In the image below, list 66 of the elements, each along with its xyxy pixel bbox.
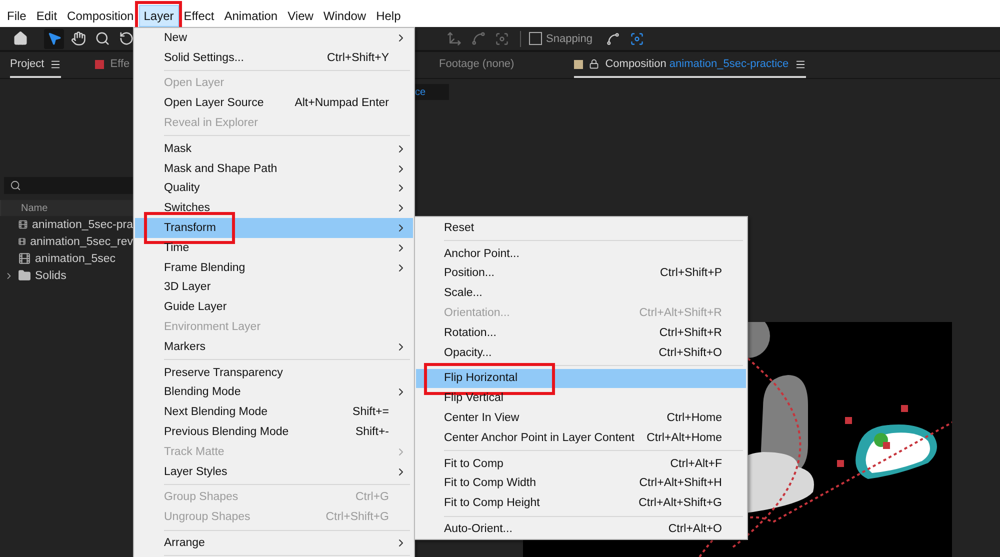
menu-item[interactable]: Switches — [135, 198, 413, 218]
menu-item[interactable]: Quality — [135, 178, 413, 198]
menu-bar-item[interactable]: File — [2, 4, 32, 26]
menu-item[interactable]: Next Blending Mode Shift+= — [135, 402, 413, 422]
column-header[interactable]: Name — [0, 200, 133, 216]
menu-item[interactable]: Blending Mode — [135, 382, 413, 402]
menu-item[interactable]: Transform — [135, 218, 413, 238]
menu-item[interactable]: Position... Ctrl+Shift+P — [416, 264, 746, 284]
menu-item[interactable]: Mask and Shape Path — [135, 158, 413, 179]
project-item[interactable]: animation_5sec_rev — [0, 233, 133, 250]
search-icon — [10, 180, 21, 191]
menu-item[interactable]: Center Anchor Point in Layer Content Ctrl+Alt+Home — [416, 428, 746, 448]
panel-tab[interactable]: Effe — [95, 52, 130, 78]
menu-item[interactable]: New — [135, 28, 413, 48]
menu-item[interactable]: Fit to Comp Height Ctrl+Alt+Shift+G — [416, 493, 746, 514]
panel-tab[interactable]: Composition animation_5sec-practice — [574, 52, 806, 78]
menu-bar-item[interactable]: Effect — [178, 4, 220, 26]
menu-item[interactable]: Center In View Ctrl+Home — [416, 408, 746, 428]
input-field[interactable]: ce — [415, 84, 449, 100]
menu-item[interactable]: Fit to Comp Ctrl+Alt+F — [416, 454, 746, 474]
menu-item[interactable]: Preserve Transparency — [135, 362, 413, 383]
menu-item[interactable]: Rotation... Ctrl+Shift+R — [416, 322, 746, 343]
lock-icon[interactable] — [589, 59, 600, 69]
snapping-checkbox[interactable] — [529, 32, 542, 45]
project-item[interactable]: animation_5sec-pra — [0, 216, 133, 233]
menu-item[interactable]: Open Layer Source Alt+Numpad Enter — [135, 93, 413, 114]
composition-icon — [18, 252, 31, 265]
search-field[interactable] — [4, 177, 133, 194]
menu-bar-item[interactable]: View — [282, 4, 318, 26]
menu-item[interactable]: Flip Vertical — [416, 388, 746, 408]
menu-item[interactable]: Solid Settings... Ctrl+Shift+Y — [135, 48, 413, 68]
menu-item[interactable]: Auto-Orient... Ctrl+Alt+O — [416, 519, 746, 539]
menu-item[interactable]: Markers — [135, 336, 413, 357]
composition-icon — [18, 235, 26, 248]
menu-bar-item[interactable]: Window — [318, 4, 372, 26]
menu-item[interactable]: Guide Layer — [135, 297, 413, 318]
menu-item[interactable]: 3D Layer — [135, 278, 413, 298]
menu-item[interactable]: Arrange — [135, 533, 413, 553]
menu-bar-item[interactable]: Layer — [138, 4, 179, 26]
menu-icon[interactable] — [794, 58, 806, 70]
label-swatch — [95, 60, 104, 68]
panel-tab[interactable]: Footage (none) — [439, 52, 514, 78]
menu-item[interactable]: Previous Blending Mode Shift+- — [135, 422, 413, 442]
menu-item[interactable]: Flip Horizontal — [416, 368, 746, 388]
menu-bar-item[interactable]: Composition — [62, 4, 139, 26]
menu-icon[interactable] — [50, 58, 62, 70]
project-item[interactable]: Solids — [0, 267, 133, 284]
menu-bar-item[interactable]: Edit — [31, 4, 62, 26]
menu-item[interactable]: Scale... — [416, 283, 746, 304]
project-item[interactable]: animation_5sec — [0, 250, 133, 267]
pointer-icon[interactable] — [44, 28, 64, 48]
composition-icon — [18, 218, 28, 231]
menu-item[interactable]: Opacity... Ctrl+Shift+O — [416, 342, 746, 363]
menu-item[interactable]: Reset — [416, 218, 746, 238]
panel-tab[interactable]: Project — [10, 52, 62, 78]
menu-item[interactable]: Mask — [135, 138, 413, 159]
snapping-label: Snapping — [546, 32, 592, 44]
menu-item[interactable]: Frame Blending — [135, 258, 413, 278]
menu-item[interactable]: Time — [135, 238, 413, 258]
label-swatch — [574, 60, 584, 68]
menu-bar-item[interactable]: Help — [371, 4, 406, 26]
folder-icon — [18, 269, 31, 282]
menu-item[interactable]: Layer Styles — [135, 462, 413, 482]
menu-item[interactable]: Anchor Point... — [416, 244, 746, 264]
menu-bar-item[interactable]: Animation — [219, 4, 283, 26]
menu-item[interactable]: Fit to Comp Width Ctrl+Alt+Shift+H — [416, 474, 746, 494]
